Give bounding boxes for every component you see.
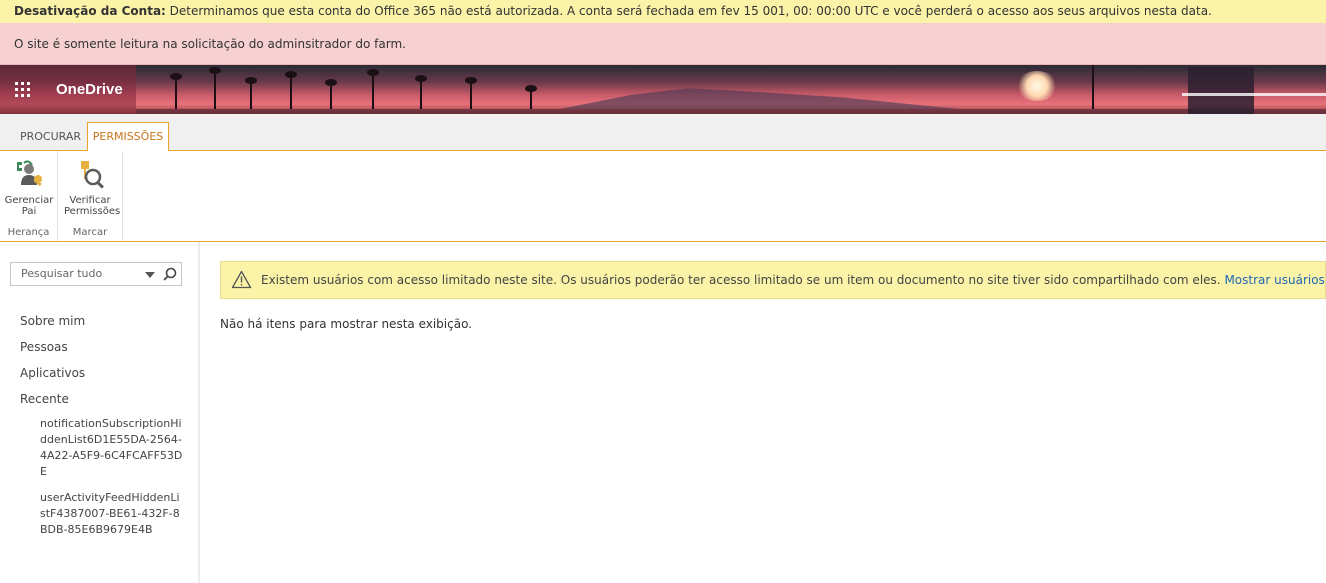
app-launcher-icon[interactable] xyxy=(15,82,31,98)
lifeguard-tower-rail xyxy=(1182,93,1326,96)
palm-frond xyxy=(245,77,257,84)
account-deactivation-banner: Desativação da Conta: Determinamos que e… xyxy=(0,0,1326,23)
manage-parent-label-1: Gerenciar xyxy=(4,195,54,206)
palm-tree xyxy=(1092,65,1094,109)
check-permissions-icon xyxy=(81,161,104,189)
ribbon-tab-strip: PROCURAR PERMISSÕES xyxy=(0,114,1326,152)
nav-item-recent[interactable]: Recente xyxy=(20,392,69,406)
palm-frond xyxy=(170,73,182,80)
show-users-link[interactable]: Mostrar usuários. xyxy=(1224,273,1325,287)
warning-text: Existem usuários com acesso limitado nes… xyxy=(261,273,1221,287)
empty-view-message: Não há itens para mostrar nesta exibição… xyxy=(220,317,473,331)
check-permissions-button[interactable]: Verificar Permissões xyxy=(64,157,120,217)
warning-message: Existem usuários com acesso limitado nes… xyxy=(261,262,1325,298)
background-hills xyxy=(560,88,960,109)
palm-frond xyxy=(209,67,221,74)
warning-icon xyxy=(231,270,252,289)
main-content: Existem usuários com acesso limitado nes… xyxy=(200,242,1326,583)
palm-frond xyxy=(325,79,337,86)
group-label-inheritance: Herança xyxy=(7,227,50,238)
palm-tree xyxy=(175,75,177,109)
deactivation-message: Determinamos que esta conta do Office 36… xyxy=(165,4,1212,18)
left-navigation: Pesquisar tudo Sobre mim Pessoas Aplicat… xyxy=(0,242,200,583)
suite-bar: OneDrive xyxy=(0,65,1326,114)
search-scope-dropdown-icon[interactable] xyxy=(145,272,155,278)
recent-item-activity-feed-list[interactable]: userActivityFeedHiddenListF4387007-BE61-… xyxy=(40,490,185,538)
manage-parent-button[interactable]: Gerenciar Pai xyxy=(3,157,55,217)
onedrive-brand-link[interactable]: OneDrive xyxy=(56,65,123,114)
manage-parent-label-2: Pai xyxy=(21,206,37,217)
manage-parent-icon xyxy=(17,160,42,187)
background-sun xyxy=(1016,71,1058,101)
palm-tree xyxy=(214,69,216,109)
nav-item-apps[interactable]: Aplicativos xyxy=(20,366,85,380)
lifeguard-tower xyxy=(1188,67,1254,114)
palm-tree xyxy=(290,73,292,109)
tab-browse[interactable]: PROCURAR xyxy=(20,123,81,151)
read-only-message: O site é somente leitura na solicitação … xyxy=(14,37,406,51)
check-permissions-label-1: Verificar xyxy=(69,195,111,206)
limited-access-warning: Existem usuários com acesso limitado nes… xyxy=(220,261,1326,299)
search-placeholder[interactable]: Pesquisar tudo xyxy=(21,263,102,285)
palm-frond xyxy=(465,77,477,84)
palm-frond xyxy=(285,71,297,78)
palm-frond xyxy=(367,69,379,76)
recent-item-notification-list[interactable]: notificationSubscriptionHiddenList6D1E55… xyxy=(40,416,185,480)
search-icon[interactable] xyxy=(163,267,177,281)
tab-permissions[interactable]: PERMISSÕES xyxy=(87,122,169,152)
deactivation-title: Desativação da Conta: xyxy=(14,4,166,18)
nav-item-about-me[interactable]: Sobre mim xyxy=(20,314,85,328)
palm-tree xyxy=(372,71,374,109)
palm-frond xyxy=(525,85,537,92)
ribbon-body: Gerenciar Pai Herança Verificar Permissõ… xyxy=(0,151,1326,242)
palm-frond xyxy=(415,75,427,82)
check-permissions-label-2: Permissões xyxy=(64,206,121,217)
group-label-check: Marcar xyxy=(72,227,108,238)
ribbon-group-inheritance: Gerenciar Pai Herança xyxy=(0,151,58,241)
read-only-banner: O site é somente leitura na solicitação … xyxy=(0,23,1326,65)
nav-item-people[interactable]: Pessoas xyxy=(20,340,68,354)
search-box[interactable]: Pesquisar tudo xyxy=(10,262,182,286)
ribbon-group-check: Verificar Permissões Marcar xyxy=(58,151,123,241)
